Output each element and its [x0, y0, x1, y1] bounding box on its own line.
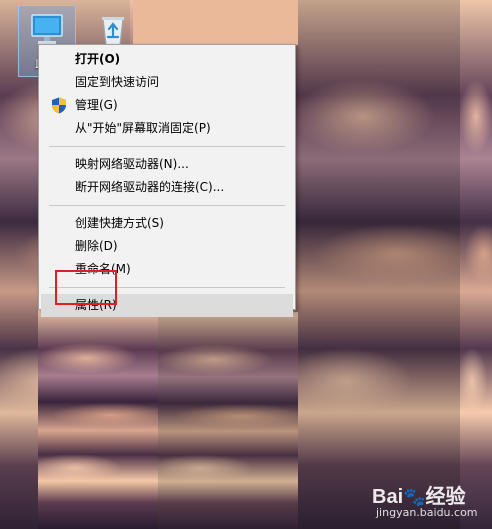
- menu-item-label: 创建快捷方式(S): [75, 216, 164, 230]
- menu-item-delete[interactable]: 删除(D): [41, 235, 293, 258]
- menu-item-label: 打开(O): [75, 52, 121, 66]
- menu-item-map-network-drive[interactable]: 映射网络驱动器(N)...: [41, 153, 293, 176]
- watermark-logo-text: Bai: [372, 486, 404, 508]
- menu-item-manage[interactable]: 管理(G): [41, 94, 293, 117]
- annotation-highlight-box: [55, 270, 117, 305]
- menu-item-unpin-start[interactable]: 从"开始"屏幕取消固定(P): [41, 117, 293, 140]
- menu-item-create-shortcut[interactable]: 创建快捷方式(S): [41, 212, 293, 235]
- wallpaper-tile: [133, 0, 298, 45]
- wallpaper-tile: [38, 310, 160, 529]
- menu-separator: [49, 146, 285, 147]
- menu-item-label: 固定到快速访问: [75, 75, 160, 89]
- menu-item-label: 断开网络驱动器的连接(C)...: [75, 180, 225, 194]
- watermark-logo-text2: 经验: [425, 486, 466, 508]
- paw-icon: 🐾: [403, 487, 426, 507]
- wallpaper-tile: [460, 0, 492, 529]
- watermark-logo: Bai🐾经验: [372, 480, 466, 509]
- menu-item-label: 管理(G): [75, 98, 118, 112]
- menu-item-disconnect-network-drive[interactable]: 断开网络驱动器的连接(C)...: [41, 176, 293, 199]
- menu-item-label: 删除(D): [75, 239, 118, 253]
- uac-shield-icon: [52, 97, 66, 114]
- wallpaper-tile: [158, 312, 298, 529]
- menu-item-pin-quick-access[interactable]: 固定到快速访问: [41, 71, 293, 94]
- menu-item-label: 从"开始"屏幕取消固定(P): [75, 121, 211, 135]
- recycle-bin-icon: [102, 17, 124, 46]
- baidu-jingyan-watermark: Bai🐾经验 jingyan.baidu.com: [372, 480, 490, 526]
- menu-item-label: 映射网络驱动器(N)...: [75, 157, 189, 171]
- watermark-url: jingyan.baidu.com: [376, 506, 478, 519]
- wallpaper-tile: [295, 0, 465, 529]
- menu-separator: [49, 205, 285, 206]
- menu-item-open[interactable]: 打开(O): [41, 48, 293, 71]
